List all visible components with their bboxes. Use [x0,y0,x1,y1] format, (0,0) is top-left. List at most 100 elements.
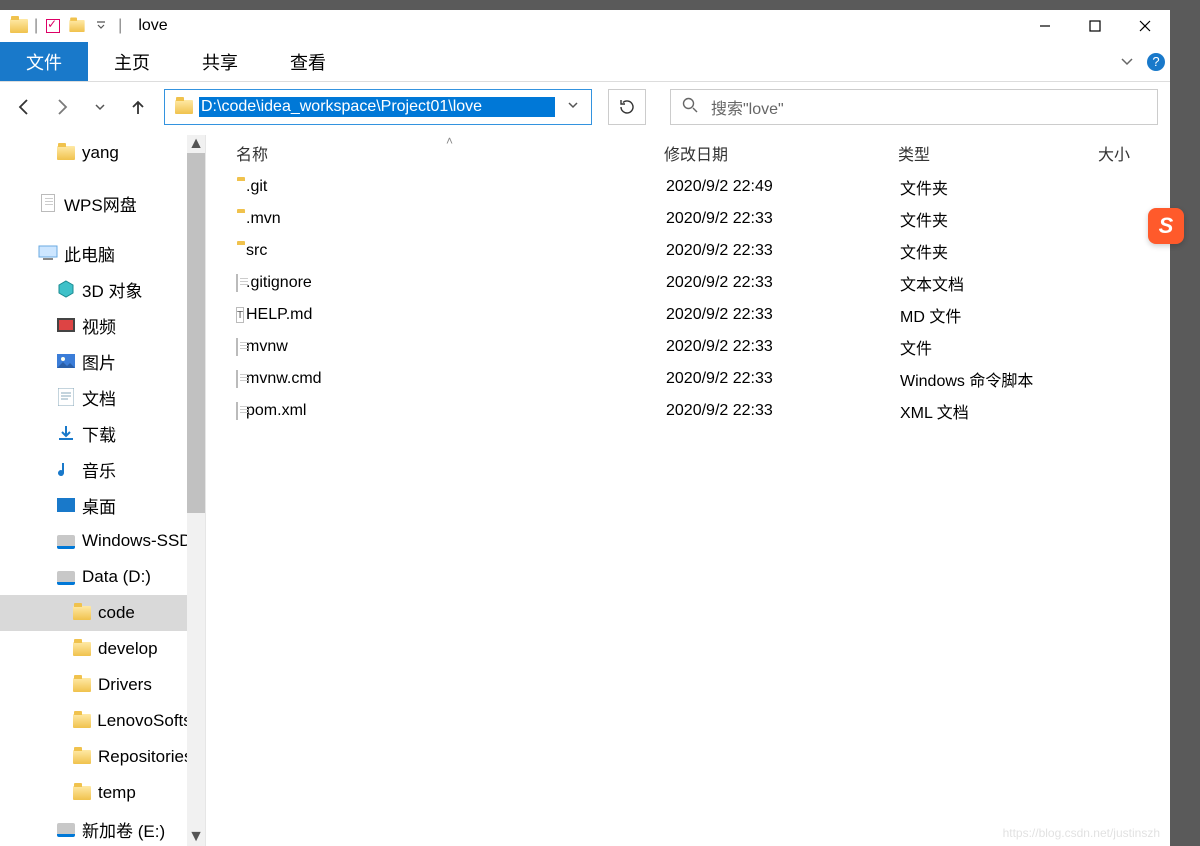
tree-item[interactable]: temp [0,775,205,811]
file-type: 文件夹 [900,207,1100,231]
divider-icon: | [34,17,38,35]
folder-icon [72,783,92,803]
tree-item-label: Data (D:) [82,567,151,587]
file-date: 2020/9/2 22:33 [666,338,900,356]
file-icon [206,274,236,292]
folder-icon [72,603,92,623]
folder-icon [72,711,91,731]
file-date: 2020/9/2 22:33 [666,370,900,388]
tree-item[interactable]: 视频 [0,307,205,343]
tree-item-label: Windows-SSD ( [82,531,202,551]
tree-item[interactable]: 桌面 [0,487,205,523]
search-icon [681,96,699,119]
file-date: 2020/9/2 22:33 [666,306,900,324]
file-row[interactable]: .mvn2020/9/2 22:33文件夹 [206,203,1170,235]
file-icon [206,370,236,388]
disk-icon [56,531,76,551]
file-name: HELP.md [236,306,666,324]
tree-item[interactable]: Drivers [0,667,205,703]
forward-button[interactable] [50,95,74,119]
tree-item[interactable]: 文档 [0,379,205,415]
file-icon [38,193,58,213]
divider-icon: | [118,17,122,35]
tab-share[interactable]: 共享 [176,42,264,81]
minimize-button[interactable] [1020,10,1070,42]
qat-folder-icon[interactable] [68,17,86,35]
file-row[interactable]: mvnw2020/9/2 22:33文件 [206,331,1170,363]
file-type: MD 文件 [900,303,1100,327]
title-bar: | | love [0,10,1170,42]
recent-locations-button[interactable] [88,95,112,119]
tree-item[interactable]: 音乐 [0,451,205,487]
column-date[interactable]: 修改日期 [646,141,880,165]
address-bar[interactable]: D:\code\idea_workspace\Project01\love [164,89,592,125]
file-type: 文本文档 [900,271,1100,295]
file-row[interactable]: mvnw.cmd2020/9/2 22:33Windows 命令脚本 [206,363,1170,395]
tree-item[interactable]: 3D 对象 [0,271,205,307]
file-date: 2020/9/2 22:33 [666,274,900,292]
tree-item-label: 视频 [82,313,116,338]
column-type[interactable]: 类型 [880,141,1080,165]
tree-item[interactable]: Repositories [0,739,205,775]
tree-item[interactable]: WPS网盘 [0,185,205,221]
qat-dropdown-icon[interactable] [92,17,110,35]
back-button[interactable] [12,95,36,119]
column-size[interactable]: 大小 [1080,141,1170,165]
tree-item[interactable]: LenovoSoftstc [0,703,205,739]
file-row[interactable]: src2020/9/2 22:33文件夹 [206,235,1170,267]
music-icon [56,459,76,479]
tab-file[interactable]: 文件 [0,42,88,81]
file-name: .gitignore [236,274,666,292]
sogou-ime-badge[interactable]: S [1148,208,1184,244]
tree-item-label: 文档 [82,385,116,410]
file-name: .git [236,178,666,196]
tree-item[interactable]: Data (D:) [0,559,205,595]
tree-item[interactable]: Windows-SSD ( [0,523,205,559]
ribbon-collapse-button[interactable] [1112,42,1142,81]
tree-item[interactable]: yang [0,135,205,171]
file-name: .mvn [236,210,666,228]
tree-item[interactable]: code [0,595,205,631]
close-button[interactable] [1120,10,1170,42]
search-box[interactable]: 搜索"love" [670,89,1158,125]
tree-item-label: 3D 对象 [82,277,142,302]
up-button[interactable] [126,95,150,119]
tree-item[interactable]: 此电脑 [0,235,205,271]
maximize-button[interactable] [1070,10,1120,42]
file-type: XML 文档 [900,399,1100,423]
scroll-down-icon[interactable]: ▼ [187,828,205,846]
desktop-icon [56,495,76,515]
refresh-button[interactable] [608,89,646,125]
file-type: 文件夹 [900,239,1100,263]
scrollbar-thumb[interactable] [187,153,205,513]
tree-item[interactable]: 新加卷 (E:) [0,811,205,846]
navigation-pane: yang WPS网盘此电脑 3D 对象视频图片文档下载音乐桌面 Windows-SSD… [0,135,206,846]
tree-item-label: Repositories [98,747,193,767]
search-placeholder: 搜索"love" [711,95,784,119]
address-path[interactable]: D:\code\idea_workspace\Project01\love [199,97,555,117]
file-row[interactable]: THELP.md2020/9/2 22:33MD 文件 [206,299,1170,331]
tab-home[interactable]: 主页 [88,42,176,81]
address-dropdown-icon[interactable] [561,98,585,116]
tree-item[interactable]: 下载 [0,415,205,451]
file-row[interactable]: .git2020/9/2 22:49文件夹 [206,171,1170,203]
file-icon [206,180,236,194]
file-date: 2020/9/2 22:33 [666,402,900,420]
help-button[interactable]: ? [1142,42,1170,81]
folder-icon [175,100,193,114]
tree-item[interactable]: 图片 [0,343,205,379]
navpane-scrollbar[interactable]: ▲ ▼ [187,135,205,846]
tree-item-label: Drivers [98,675,152,695]
scroll-up-icon[interactable]: ▲ [187,135,205,153]
tree-item-label: 音乐 [82,457,116,482]
file-icon [206,212,236,226]
file-row[interactable]: .gitignore2020/9/2 22:33文本文档 [206,267,1170,299]
video-icon [56,315,76,335]
file-icon [206,244,236,258]
file-name: pom.xml [236,402,666,420]
file-row[interactable]: pom.xml2020/9/2 22:33XML 文档 [206,395,1170,427]
tree-item[interactable]: develop [0,631,205,667]
tab-view[interactable]: 查看 [264,42,352,81]
checkbox-icon[interactable] [44,17,62,35]
column-name[interactable]: 名称 [206,141,646,165]
